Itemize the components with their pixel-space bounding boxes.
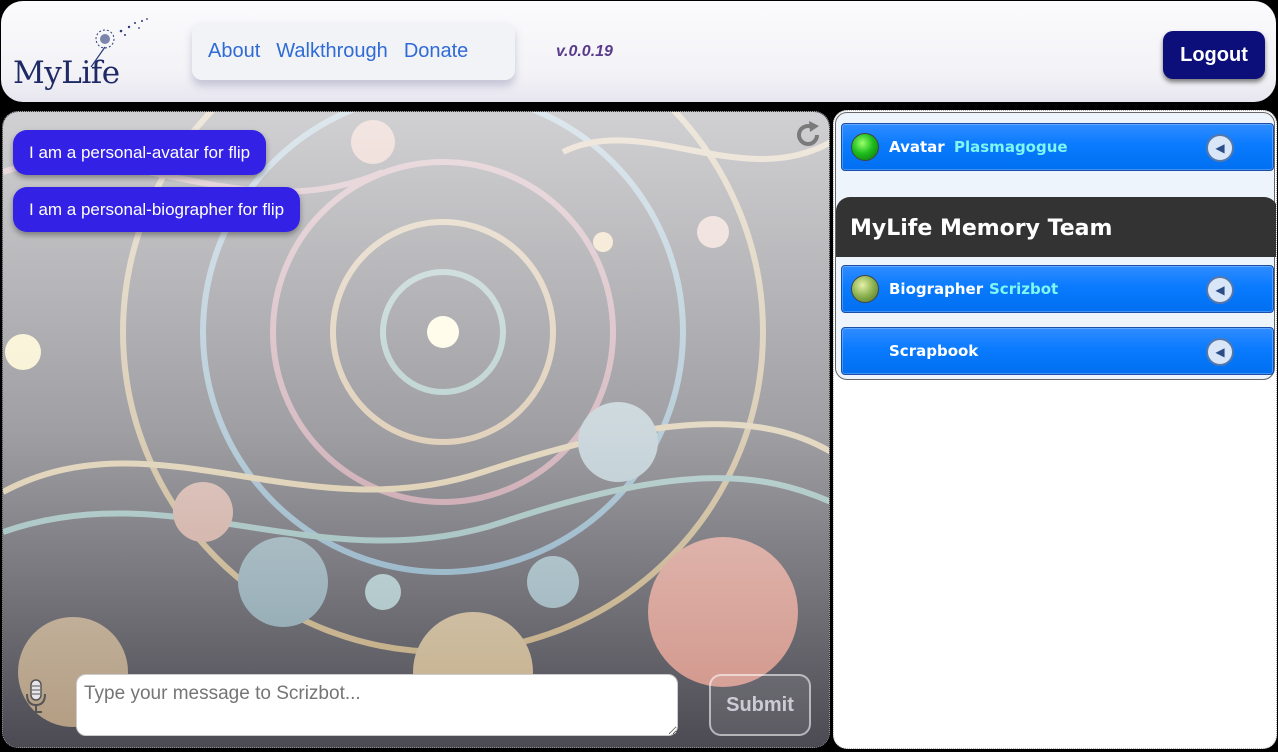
nav-about[interactable]: About — [208, 40, 260, 63]
sidebar-panel: Avatar Plasmagogue ◀ MyLife Memory Team … — [833, 110, 1277, 749]
nav-walkthrough[interactable]: Walkthrough — [276, 40, 388, 63]
team-title: MyLife Memory Team — [850, 216, 1113, 241]
chat-panel: I am a personal-avatar for flip I am a p… — [2, 111, 830, 748]
bot-name-label: Scrizbot — [989, 280, 1059, 298]
chat-message: I am a personal-biographer for flip — [13, 187, 301, 232]
mylife-logo[interactable]: MyLife — [13, 17, 153, 97]
chat-message-input[interactable] — [76, 674, 678, 736]
bot-name-label: Plasmagogue — [954, 138, 1068, 156]
logout-button[interactable]: Logout — [1163, 31, 1265, 79]
collapse-arrow-icon[interactable]: ◀ — [1206, 134, 1234, 162]
top-nav: About Walkthrough Donate — [192, 22, 515, 80]
bot-row-avatar[interactable]: Avatar Plasmagogue ◀ — [841, 123, 1274, 171]
version-label: v.0.0.19 — [556, 43, 613, 60]
bot-type-label: Avatar — [889, 138, 945, 156]
logo-text: MyLife — [13, 55, 120, 91]
submit-button[interactable]: Submit — [709, 674, 811, 736]
status-dot-icon — [851, 275, 879, 303]
bot-list: Avatar Plasmagogue ◀ MyLife Memory Team … — [835, 112, 1276, 380]
collapse-arrow-icon[interactable]: ◀ — [1206, 276, 1234, 304]
bot-type-label: Biographer — [889, 280, 984, 298]
chat-message: I am a personal-avatar for flip — [13, 130, 267, 175]
microphone-icon[interactable] — [23, 678, 49, 714]
collapse-arrow-icon[interactable]: ◀ — [1206, 338, 1234, 366]
status-dot-icon — [851, 133, 879, 161]
bot-row-scrapbook[interactable]: Scrapbook ◀ — [841, 327, 1274, 375]
bot-row-biographer[interactable]: Biographer Scrizbot ◀ — [841, 265, 1274, 313]
refresh-icon[interactable] — [793, 120, 823, 150]
team-header: MyLife Memory Team — [836, 197, 1276, 257]
bot-type-label: Scrapbook — [889, 342, 979, 360]
nav-donate[interactable]: Donate — [404, 40, 469, 63]
app-header: MyLife About Walkthrough Donate v.0.0.19… — [1, 1, 1276, 102]
